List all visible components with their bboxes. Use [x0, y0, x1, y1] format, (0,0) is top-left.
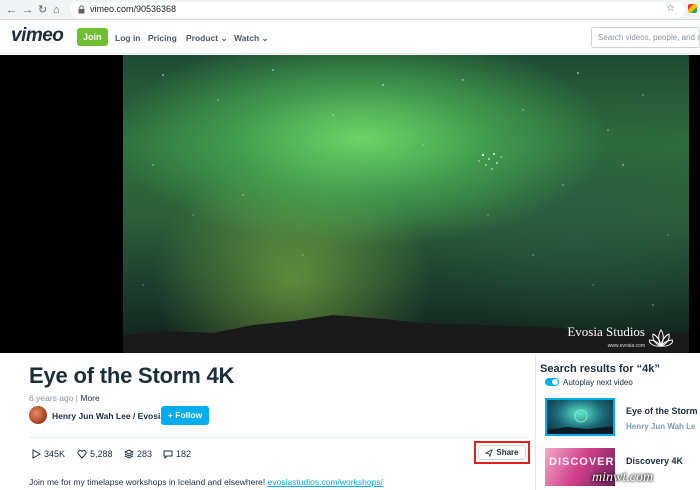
play-icon: [32, 449, 41, 459]
workshops-link[interactable]: evosiastudios.com/workshops/: [268, 477, 383, 487]
autoplay-label: Autoplay next video: [563, 378, 633, 387]
upload-age: 6 years ago: [29, 393, 74, 403]
more-link[interactable]: More: [80, 393, 99, 403]
video-watermark: Evosia Studios: [567, 324, 645, 339]
vimeo-logo[interactable]: vimeo: [11, 25, 64, 47]
join-button[interactable]: Join: [77, 28, 108, 46]
sidebar-divider: [535, 355, 536, 490]
login-link[interactable]: Log in: [115, 33, 141, 43]
site-watermark: minwt.com: [592, 470, 654, 485]
divider: [29, 437, 529, 438]
thumbnail-text: DISCOVERY: [549, 456, 615, 468]
recommended-title[interactable]: Eye of the Storm 4: [626, 406, 700, 416]
lock-icon: [78, 5, 85, 14]
thumbnail-image: [547, 409, 613, 434]
share-button[interactable]: Share: [478, 445, 526, 460]
comments-stat[interactable]: 182: [163, 449, 191, 459]
watch-menu[interactable]: Watch ⌄: [234, 33, 269, 44]
chevron-down-icon: ⌄: [259, 33, 269, 43]
star-field: [142, 69, 669, 306]
likes-stat[interactable]: 5,288: [77, 449, 113, 459]
back-icon[interactable]: ←: [6, 2, 17, 18]
product-label: Product: [186, 33, 219, 43]
avatar[interactable]: [29, 406, 47, 424]
video-meta: 6 years ago | More: [29, 393, 100, 403]
comment-icon: [163, 450, 173, 459]
address-bar[interactable]: vimeo.com/90536368 ☆: [70, 2, 685, 18]
site-header: vimeo Join Log in Pricing Product ⌄ Watc…: [0, 20, 700, 54]
browser-toolbar: ← → ↻ ⌂ vimeo.com/90536368 ☆: [0, 0, 700, 20]
home-icon[interactable]: ⌂: [53, 2, 60, 18]
collections-count: 283: [137, 449, 153, 459]
send-icon: [485, 448, 494, 457]
comments-count: 182: [176, 449, 192, 459]
heart-icon: [77, 449, 87, 459]
reload-icon[interactable]: ↻: [38, 2, 47, 18]
plays-stat: 345K: [31, 449, 65, 459]
video-description: Join me for my timelapse workshops in Ic…: [29, 477, 383, 487]
sidebar-title: Search results for “4k”: [540, 363, 660, 375]
video-frame[interactable]: Evosia Studios www.evosia.com: [123, 55, 689, 353]
search-input[interactable]: Search videos, people, and m: [591, 27, 700, 48]
video-watermark-url: www.evosia.com: [607, 343, 645, 349]
forward-icon[interactable]: →: [22, 2, 33, 18]
share-label: Share: [496, 448, 519, 457]
recommended-title[interactable]: Discovery 4K: [626, 456, 683, 466]
extension-icon[interactable]: [688, 4, 697, 13]
layers-icon: [124, 449, 134, 459]
lotus-logo-icon: [649, 329, 673, 348]
likes-count: 5,288: [90, 449, 113, 459]
author-name[interactable]: Henry Jun Wah Lee / Evosia: [52, 411, 165, 421]
bookmark-star-icon[interactable]: ☆: [666, 3, 675, 14]
watch-label: Watch: [234, 33, 260, 43]
autoplay-toggle[interactable]: [545, 378, 559, 386]
collections-stat[interactable]: 283: [124, 449, 152, 459]
video-thumbnail[interactable]: [545, 398, 615, 436]
description-text: Join me for my timelapse workshops in Ic…: [29, 477, 266, 487]
product-menu[interactable]: Product ⌄: [186, 33, 228, 44]
follow-button[interactable]: + Follow: [161, 406, 209, 425]
video-title: Eye of the Storm 4K: [29, 363, 235, 388]
video-player[interactable]: Evosia Studios www.evosia.com: [0, 55, 700, 353]
chevron-down-icon: ⌄: [218, 33, 228, 43]
plays-count: 345K: [44, 449, 66, 459]
recommended-author[interactable]: Henry Jun Wah Le: [626, 422, 696, 431]
pricing-link[interactable]: Pricing: [148, 33, 177, 43]
url-text: vimeo.com/90536368: [90, 4, 177, 14]
